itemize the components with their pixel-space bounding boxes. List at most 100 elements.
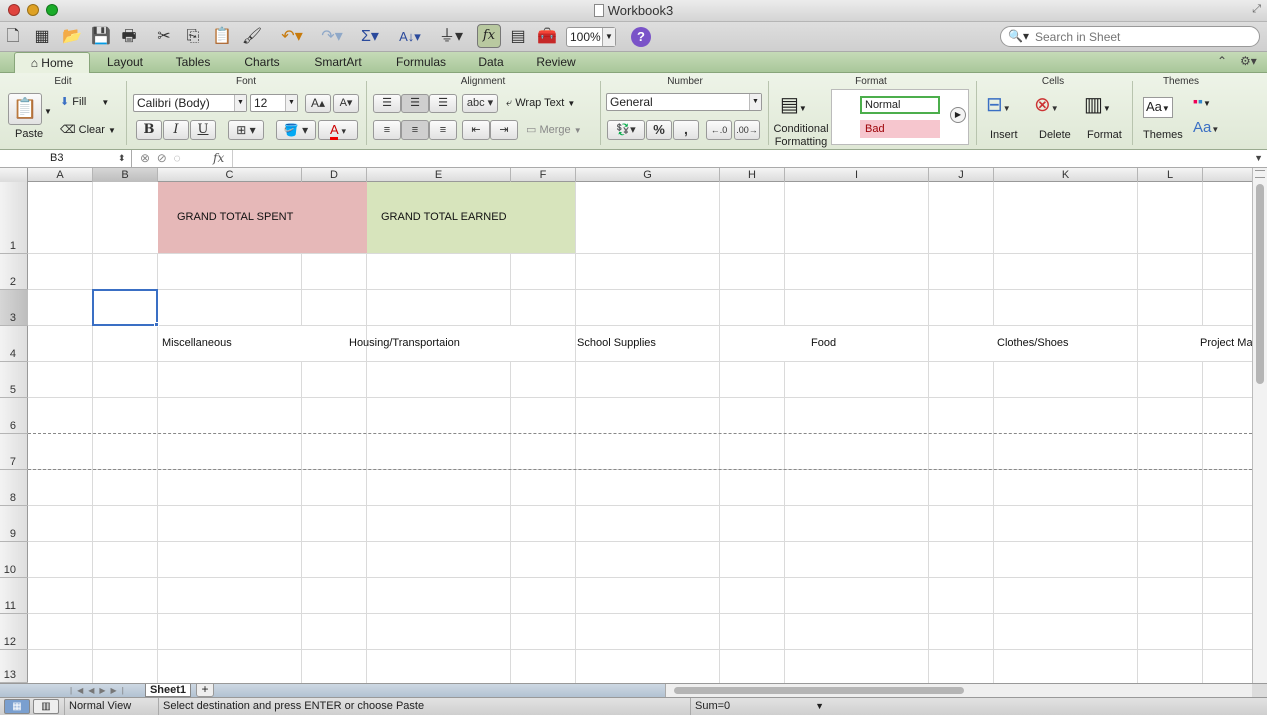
horizontal-scrollbar[interactable] xyxy=(665,684,1252,697)
autosum-icon[interactable]: Σ▾ xyxy=(358,25,382,49)
font-color-button[interactable]: A ▾ xyxy=(318,120,358,140)
save-icon[interactable]: 💾 xyxy=(90,25,112,49)
align-right-button[interactable]: ≡ xyxy=(429,120,457,140)
column-header-f[interactable]: F xyxy=(511,168,576,182)
conditional-formatting-icon[interactable]: ▤▼ xyxy=(780,93,807,121)
insert-cells-icon[interactable]: ⊟▼ xyxy=(986,93,1011,121)
fill-button[interactable]: ⬇ Fill ▼ xyxy=(60,96,109,109)
updown-arrow-icon[interactable]: ⬍ xyxy=(118,150,126,167)
formula-builder-icon[interactable]: fx xyxy=(477,24,501,48)
align-bottom-button[interactable]: ☰ xyxy=(429,94,457,113)
help-button[interactable]: ? xyxy=(631,27,651,47)
themes-button[interactable]: Themes xyxy=(1143,129,1183,142)
format-painter-icon[interactable]: 🖌 xyxy=(240,25,264,49)
tab-tables[interactable]: Tables xyxy=(162,52,224,73)
orientation-button[interactable]: abc ▾ xyxy=(462,94,498,113)
cell-j4[interactable]: Clothes/Shoes xyxy=(997,337,1069,349)
worksheet-grid[interactable]: A B C D E F G H I J K L 1 2 3 4 5 6 7 8 … xyxy=(0,168,1252,683)
search-field[interactable]: 🔍▾ xyxy=(1000,26,1260,47)
filter-icon[interactable]: ⏚▾ xyxy=(434,25,468,49)
column-header-b[interactable]: B xyxy=(93,168,158,182)
column-header-j[interactable]: J xyxy=(929,168,994,182)
style-bad[interactable]: Bad xyxy=(860,120,940,138)
column-header-l[interactable]: L xyxy=(1138,168,1203,182)
sum-display[interactable]: Sum=0 ▼ xyxy=(690,698,830,715)
align-middle-button[interactable]: ☰ xyxy=(401,94,429,113)
chevron-down-icon[interactable]: ▼ xyxy=(1254,150,1263,167)
row-header-10[interactable]: 10 xyxy=(0,542,28,578)
align-top-button[interactable]: ☰ xyxy=(373,94,401,113)
row-header-9[interactable]: 9 xyxy=(0,506,28,542)
select-all-corner[interactable] xyxy=(0,168,28,182)
row-header-13[interactable]: 13 xyxy=(0,650,28,683)
column-header-k[interactable]: K xyxy=(994,168,1138,182)
undo-icon[interactable]: ↶▾ xyxy=(274,25,310,49)
column-header-c[interactable]: C xyxy=(158,168,302,182)
increase-decimal-button[interactable]: ←.0 xyxy=(706,120,732,140)
merge-button[interactable]: ▭ Merge ▼ xyxy=(526,124,582,137)
page-layout-view-button[interactable]: ▥ xyxy=(33,699,59,714)
dots-icon[interactable]: ◌ xyxy=(173,151,180,165)
comma-button[interactable]: , xyxy=(673,120,699,140)
tab-smartart[interactable]: SmartArt xyxy=(300,52,376,73)
paste-button[interactable]: Paste xyxy=(15,128,43,141)
tab-formulas[interactable]: Formulas xyxy=(384,52,458,73)
grow-font-button[interactable]: A▴ xyxy=(305,94,331,113)
row-header-4[interactable]: 4 xyxy=(0,326,28,362)
formula-input[interactable] xyxy=(232,150,1252,167)
sort-icon[interactable]: A↓▾ xyxy=(393,25,427,49)
sheet-navigation-icon[interactable]: |◀◀▶▶| xyxy=(70,684,129,697)
zoom-select[interactable]: 100% ▼ xyxy=(566,27,616,47)
accounting-format-button[interactable]: 💱▾ xyxy=(607,120,645,140)
row-header-7[interactable]: 7 xyxy=(0,434,28,470)
row-header-12[interactable]: 12 xyxy=(0,614,28,650)
underline-button[interactable]: U xyxy=(190,120,216,140)
column-header-i[interactable]: I xyxy=(785,168,929,182)
paste-button-icon[interactable]: 📋 xyxy=(8,93,42,125)
cut-icon[interactable]: ✂ xyxy=(152,25,176,49)
decrease-decimal-button[interactable]: .00→ xyxy=(734,120,760,140)
cell-e1[interactable]: GRAND TOTAL EARNED xyxy=(381,211,507,223)
row-header-2[interactable]: 2 xyxy=(0,254,28,290)
row-header-5[interactable]: 5 xyxy=(0,362,28,398)
theme-fonts-button[interactable]: Aa▼ xyxy=(1193,120,1219,136)
column-header-d[interactable]: D xyxy=(302,168,367,182)
insert-function-button[interactable]: fx xyxy=(213,150,224,167)
increase-indent-button[interactable]: ⇥ xyxy=(490,120,518,140)
vertical-scroll-thumb[interactable] xyxy=(1256,184,1264,384)
row-header-11[interactable]: 11 xyxy=(0,578,28,614)
style-normal[interactable]: Normal xyxy=(860,96,940,114)
cancel-icon[interactable]: ⊗ xyxy=(140,151,150,165)
column-header-g[interactable]: G xyxy=(576,168,720,182)
percent-button[interactable]: % xyxy=(646,120,672,140)
gallery-icon[interactable]: ▤ xyxy=(507,25,529,49)
fill-handle[interactable] xyxy=(154,322,159,327)
cell-b4[interactable]: Miscellaneous xyxy=(162,337,232,349)
conditional-formatting-button[interactable]: Conditional Formatting xyxy=(772,123,830,149)
bold-button[interactable]: B xyxy=(136,120,162,140)
collapse-ribbon-icon[interactable]: ⌃ xyxy=(1217,54,1227,68)
fill-color-button[interactable]: 🪣 ▾ xyxy=(276,120,316,140)
gear-icon[interactable]: ⚙▾ xyxy=(1240,54,1257,68)
split-handle[interactable] xyxy=(1255,170,1265,178)
row-header-3[interactable]: 3 xyxy=(0,290,28,326)
column-header-h[interactable]: H xyxy=(720,168,785,182)
align-center-button[interactable]: ≡ xyxy=(401,120,429,140)
tab-data[interactable]: Data xyxy=(466,52,516,73)
name-box[interactable]: B3 xyxy=(0,150,132,167)
fullscreen-icon[interactable]: ⤢ xyxy=(1252,3,1261,16)
paste-icon[interactable]: 📋 xyxy=(210,25,234,49)
clear-button[interactable]: ⌫ Clear ▼ xyxy=(60,124,116,137)
shrink-font-button[interactable]: A▾ xyxy=(333,94,359,113)
cell-l4[interactable]: Project Ma xyxy=(1200,337,1252,349)
templates-icon[interactable]: ▦ xyxy=(30,25,54,49)
align-left-button[interactable]: ≡ xyxy=(373,120,401,140)
open-icon[interactable]: 📂 xyxy=(60,25,84,49)
normal-view-button[interactable]: ▦ xyxy=(4,699,30,714)
active-cell-b3[interactable] xyxy=(92,289,158,326)
row-header-6[interactable]: 6 xyxy=(0,398,28,434)
borders-button[interactable]: ⊞ ▾ xyxy=(228,120,264,140)
font-name-select[interactable]: Calibri (Body) ▼ xyxy=(133,94,247,112)
cell-d4[interactable]: Housing/Transportaion xyxy=(349,337,460,349)
tab-charts[interactable]: Charts xyxy=(232,52,292,73)
